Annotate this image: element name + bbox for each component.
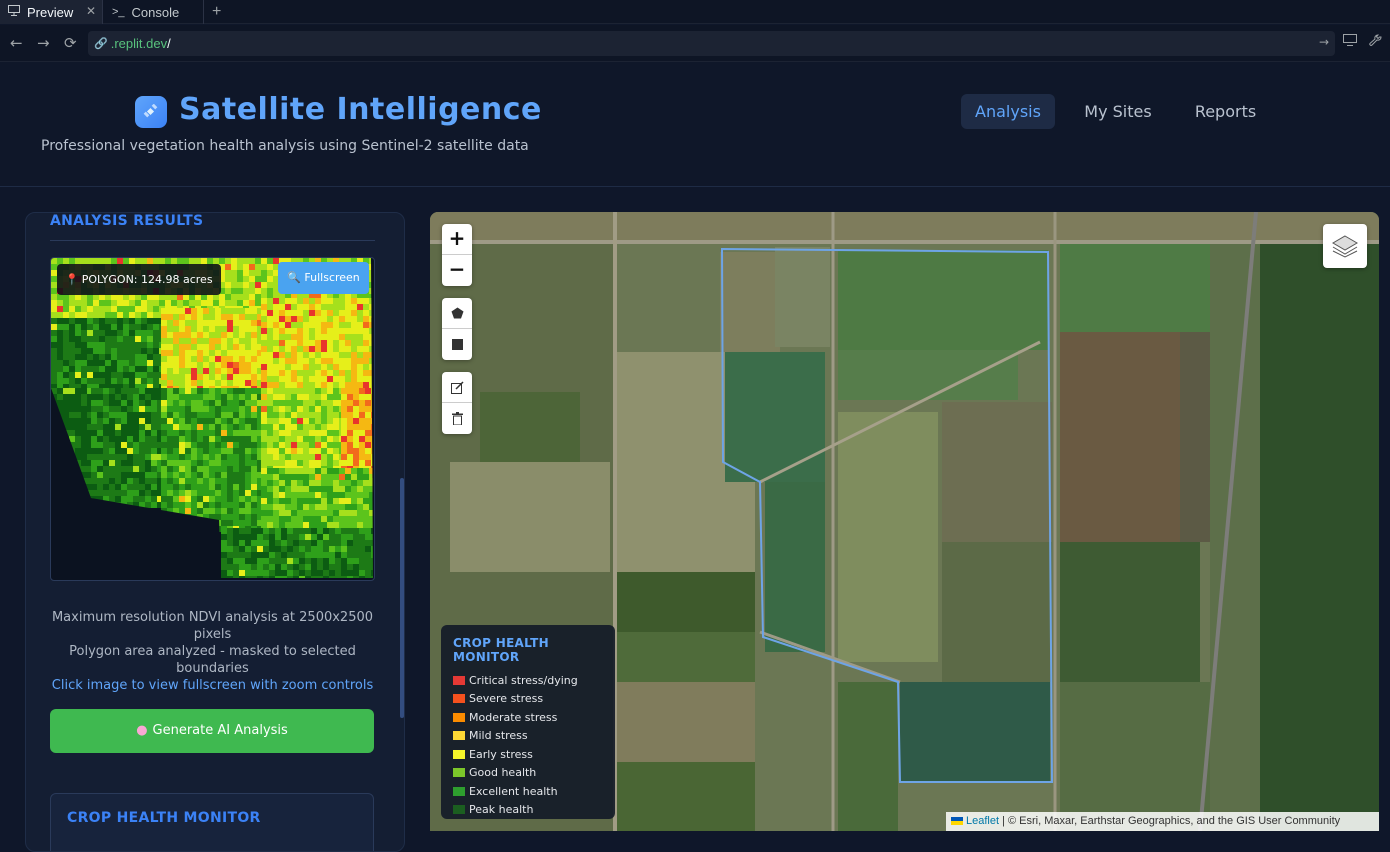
url-field[interactable]: 🔗 .replit.dev/ → — [88, 31, 1335, 56]
ndvi-heatmap — [51, 258, 373, 578]
edit-layers-icon[interactable] — [442, 372, 472, 403]
terminal-icon: >_ — [112, 6, 125, 18]
zoom-in-button[interactable]: + — [442, 224, 472, 255]
analysis-results-title: ANALYSIS RESULTS — [50, 213, 204, 229]
draw-polygon-icon[interactable] — [442, 298, 472, 329]
wrench-icon[interactable] — [1369, 34, 1382, 51]
ukraine-flag-icon — [951, 817, 963, 826]
polygon-mask-note: Polygon area analyzed - masked to select… — [69, 644, 356, 676]
fullscreen-hint-link[interactable]: Click image to view fullscreen with zoom… — [50, 677, 375, 694]
legend-label: Moderate stress — [469, 710, 558, 724]
nav-my-sites[interactable]: My Sites — [1078, 94, 1158, 129]
legend-label: Mild stress — [469, 729, 528, 742]
tab-preview-label: Preview — [27, 4, 74, 20]
legend-swatch — [453, 749, 465, 759]
legend-label: Severe stress — [469, 692, 544, 705]
zoom-out-button[interactable]: − — [442, 255, 472, 286]
legend-label: Excellent health — [469, 784, 558, 798]
pin-icon: 📍 — [65, 273, 79, 286]
legend-swatch — [453, 805, 465, 814]
legend-swatch — [453, 786, 465, 796]
legend-item: Severe stress — [453, 692, 543, 706]
fullscreen-button[interactable]: 🔍 Fullscreen — [278, 262, 369, 294]
draw-toolbar — [442, 298, 472, 360]
legend-swatch — [453, 712, 465, 722]
legend-swatch — [453, 731, 465, 740]
brain-icon: ● — [136, 723, 148, 738]
legend-label: Peak health — [469, 803, 534, 816]
app-root: Satellite Intelligence Professional vege… — [0, 62, 1390, 852]
forward-arrow-icon[interactable]: → — [37, 34, 50, 52]
legend-item: Excellent health — [453, 784, 558, 798]
open-external-icon[interactable]: → — [1319, 35, 1329, 49]
tab-preview[interactable]: Preview ✕ — [0, 0, 103, 24]
trash-icon[interactable] — [442, 403, 472, 434]
back-arrow-icon[interactable]: ← — [10, 34, 23, 52]
legend-title: CROP HEALTH MONITOR — [453, 636, 549, 664]
new-tab-button[interactable]: + — [212, 0, 230, 24]
url-text: .replit.dev/ — [110, 36, 171, 51]
crop-health-monitor-card: CROP HEALTH MONITOR — [50, 793, 374, 851]
map-attribution: Leaflet | © Esri, Maxar, Earthstar Geogr… — [946, 812, 1379, 831]
tab-console[interactable]: >_ Console — [104, 0, 204, 24]
leaflet-link[interactable]: Leaflet — [966, 815, 999, 827]
close-tab-icon[interactable]: ✕ — [86, 4, 96, 18]
legend-item: Mild stress — [453, 729, 528, 743]
nav-analysis[interactable]: Analysis — [961, 94, 1055, 129]
panel-scrollbar[interactable] — [400, 478, 404, 718]
legend-swatch — [453, 694, 465, 703]
legend-item: Peak health — [453, 803, 533, 817]
nav-reports[interactable]: Reports — [1188, 94, 1263, 129]
legend-item: Good health — [453, 766, 536, 780]
generate-ai-analysis-button[interactable]: ● Generate AI Analysis — [50, 709, 374, 753]
legend-swatch — [453, 675, 465, 685]
legend-item: Critical stress/dying — [453, 673, 578, 687]
crop-health-monitor-title: CROP HEALTH MONITOR — [67, 810, 261, 826]
browser-tab-bar: Preview ✕ >_ Console + — [0, 0, 1390, 24]
monitor-icon — [8, 5, 20, 19]
link-icon: 🔗 — [94, 37, 108, 50]
draw-rectangle-icon[interactable] — [442, 329, 472, 360]
crop-health-legend: CROP HEALTH MONITOR Critical stress/dyin… — [441, 625, 615, 819]
legend-item: Early stress — [453, 747, 533, 761]
app-title: Satellite Intelligence — [179, 92, 542, 127]
app-tagline: Professional vegetation health analysis … — [41, 138, 529, 154]
analysis-results-panel: ANALYSIS RESULTS 📍 POLYGON: 124.98 acres … — [25, 212, 405, 852]
satellite-map[interactable]: + − CROP HEALTH MONITOR Critical stress/… — [430, 212, 1379, 831]
devices-icon[interactable] — [1343, 34, 1357, 50]
legend-label: Early stress — [469, 747, 533, 761]
tab-console-label: Console — [131, 4, 180, 20]
legend-swatch — [453, 768, 465, 777]
legend-item: Moderate stress — [453, 710, 557, 724]
magnifier-icon: 🔍 — [287, 271, 301, 284]
app-header: Satellite Intelligence Professional vege… — [0, 62, 1390, 187]
divider — [50, 240, 375, 241]
reload-icon[interactable]: ⟳ — [64, 34, 77, 52]
browser-url-bar: ← → ⟳ 🔗 .replit.dev/ → — [0, 25, 1390, 62]
ndvi-resolution-note: Maximum resolution NDVI analysis at 2500… — [51, 610, 374, 642]
legend-label: Critical stress/dying — [469, 673, 578, 687]
zoom-control: + − — [442, 224, 472, 286]
layers-icon[interactable] — [1323, 224, 1367, 268]
satellite-icon — [135, 96, 167, 128]
edit-toolbar — [442, 372, 472, 434]
polygon-area-badge: 📍 POLYGON: 124.98 acres — [57, 264, 221, 295]
attribution-text: | © Esri, Maxar, Earthstar Geographics, … — [1002, 815, 1341, 827]
ndvi-image[interactable]: 📍 POLYGON: 124.98 acres 🔍 Fullscreen — [50, 257, 375, 581]
legend-label: Good health — [469, 766, 537, 779]
